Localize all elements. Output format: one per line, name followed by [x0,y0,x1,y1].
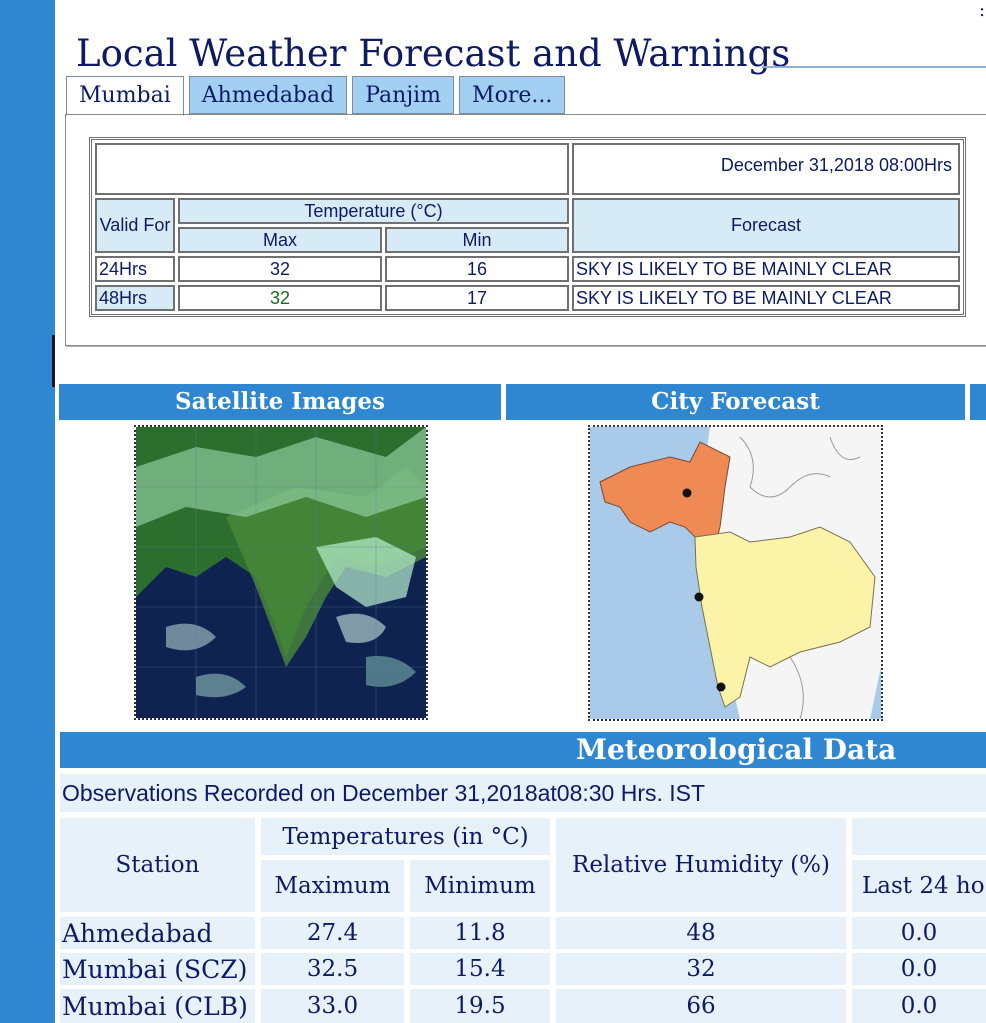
station-header: Station [60,818,255,912]
min-cell: 19.5 [410,989,550,1023]
tab-mumbai[interactable]: Mumbai [66,76,184,116]
city-tabs: Mumbai Ahmedabad Panjim More... [66,76,566,116]
rain-cell: 0.0 [852,953,986,985]
met-data-title: Meteorological Data [576,733,897,766]
humidity-header: Relative Humidity (%) [556,818,846,912]
tab-more[interactable]: More... [459,76,566,114]
rain-cell: 0.0 [852,917,986,949]
scroll-indicator [52,335,55,387]
satellite-image-graphic [136,427,426,718]
title-divider [762,66,986,68]
valid-cell: 24Hrs [95,256,175,282]
observations-line: Observations Recorded on December 31,201… [60,774,986,812]
station-cell: Mumbai (CLB) [60,989,255,1023]
corner-glyph: : [979,0,986,21]
table-row: 24Hrs 32 16 SKY IS LIKELY TO BE MAINLY C… [95,256,960,282]
satellite-image[interactable] [134,425,428,720]
next-section-heading [970,384,986,420]
min-cell: 16 [385,256,569,282]
city-forecast-heading[interactable]: City Forecast [506,384,965,420]
rh-cell: 66 [556,989,846,1023]
rainfall-header-top [852,818,986,855]
max-cell: 32.5 [261,953,404,985]
table-row: 48Hrs 32 17 SKY IS LIKELY TO BE MAINLY C… [95,285,960,311]
last24-header: Last 24 ho [852,860,986,912]
minimum-header: Minimum [410,860,550,912]
min-cell: 17 [385,285,569,311]
rain-cell: 0.0 [852,989,986,1023]
tab-panjim[interactable]: Panjim [352,76,455,114]
forecast-text-cell: SKY IS LIKELY TO BE MAINLY CLEAR [572,256,960,282]
valid-cell: 48Hrs [95,285,175,311]
station-cell: Mumbai (SCZ) [60,953,255,985]
max-cell: 32 [178,256,382,282]
forecast-text-cell: SKY IS LIKELY TO BE MAINLY CLEAR [572,285,960,311]
city-forecast-map-graphic [590,427,881,719]
rh-cell: 32 [556,953,846,985]
max-header: Max [178,227,382,253]
page-title: Local Weather Forecast and Warnings [76,32,791,75]
min-header: Min [385,227,569,253]
forecast-header: Forecast [572,198,960,253]
maximum-header: Maximum [261,860,404,912]
valid-for-header: Valid For [95,198,175,253]
min-cell: 11.8 [410,917,550,949]
forecast-header-blank [95,143,569,195]
station-cell: Ahmedabad [60,917,255,949]
satellite-images-heading[interactable]: Satellite Images [59,384,501,420]
temperatures-header: Temperatures (in °C) [261,818,550,855]
min-cell: 15.4 [410,953,550,985]
forecast-table: December 31,2018 08:00Hrs Valid For Temp… [89,137,966,317]
tab-ahmedabad[interactable]: Ahmedabad [188,76,348,114]
max-cell: 27.4 [261,917,404,949]
left-sidebar-strip [0,0,55,1023]
max-cell: 33.0 [261,989,404,1023]
rh-cell: 48 [556,917,846,949]
max-cell: 32 [178,285,382,311]
city-forecast-map[interactable] [588,425,883,721]
forecast-issued: December 31,2018 08:00Hrs [572,143,960,195]
temperature-header: Temperature (°C) [178,198,569,224]
